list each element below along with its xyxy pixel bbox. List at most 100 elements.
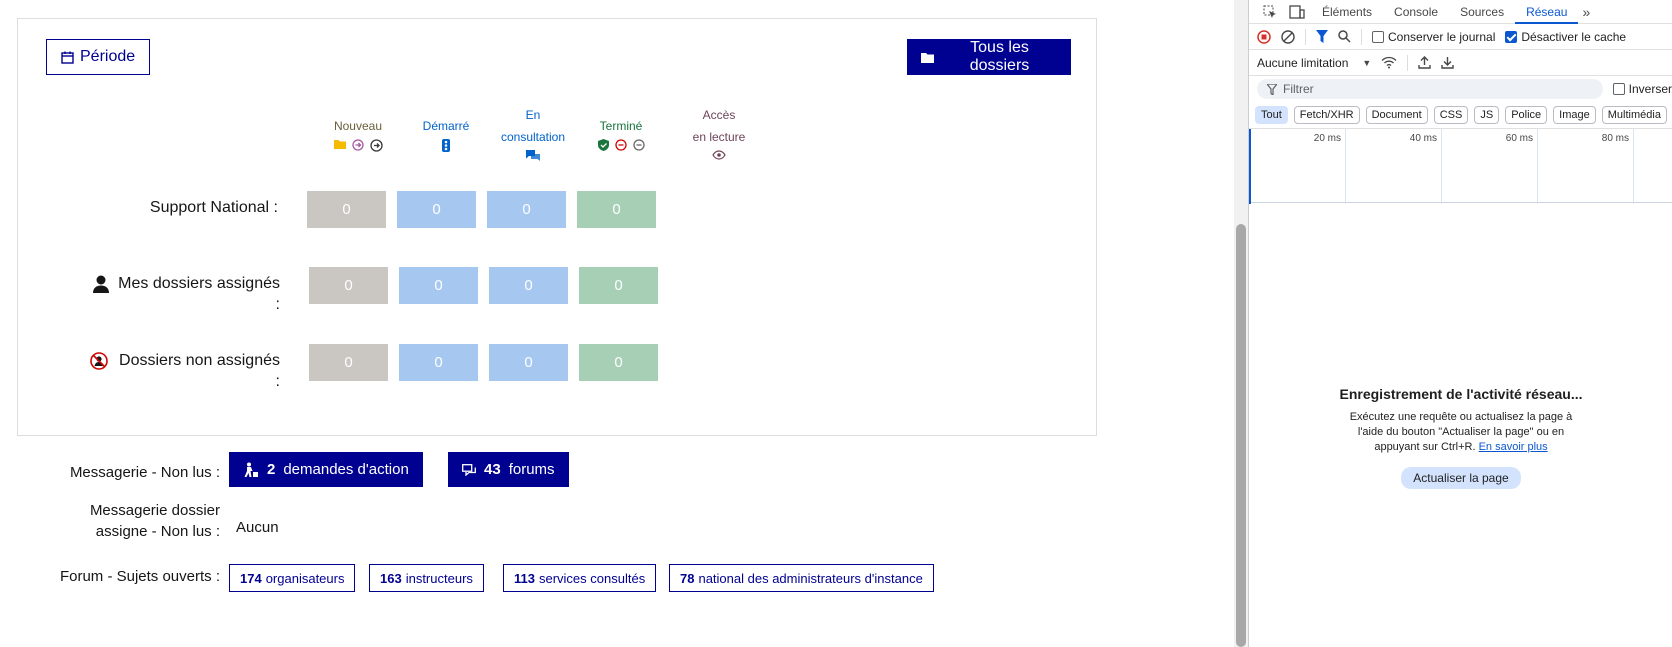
scrollbar-thumb[interactable] [1236, 224, 1246, 647]
person-icon [93, 275, 109, 293]
wifi-settings-icon[interactable] [1381, 56, 1397, 69]
worker-icon [243, 462, 259, 477]
tab-elements[interactable]: Éléments [1311, 0, 1383, 24]
timeline-tick [1633, 129, 1672, 204]
chip-image[interactable]: Image [1553, 106, 1596, 124]
cell-support-demarre[interactable]: 0 [397, 191, 476, 228]
throttling-select[interactable]: Aucune limitation ▼ [1257, 56, 1371, 70]
forum-tag-label: instructeurs [405, 570, 473, 586]
checkbox-unchecked[interactable] [1612, 83, 1625, 95]
traffic-light-icon [442, 139, 450, 152]
checkbox-unchecked[interactable] [1372, 30, 1384, 43]
minus-circle-red-icon [614, 139, 627, 151]
cell-mes-termine[interactable]: 0 [579, 267, 658, 304]
reload-page-button[interactable]: Actualiser la page [1401, 467, 1521, 489]
invert-label: Inverser [1628, 82, 1672, 96]
eye-icon [712, 150, 726, 160]
periode-button[interactable]: Période [46, 39, 151, 75]
chat-icon [462, 463, 476, 476]
tab-sources[interactable]: Sources [1449, 0, 1515, 24]
filter-icon [1267, 83, 1277, 95]
forum-open-label: Forum - Sujets ouverts : [59, 568, 220, 585]
column-termine: Terminé [576, 115, 666, 151]
forum-tag-count: 174 [240, 570, 262, 586]
tab-console[interactable]: Console [1383, 0, 1449, 24]
forum-tag-organisateurs[interactable]: 174 organisateurs [229, 564, 356, 592]
preserve-log-label: Conserver le journal [1388, 29, 1496, 44]
forum-tag-label: services consultés [538, 570, 646, 586]
network-toolbar: Conserver le journal Désactiver le cache [1249, 24, 1672, 50]
forum-tag-label: organisateurs [265, 570, 345, 586]
caret-down-icon: ▼ [1362, 57, 1372, 68]
timeline-tick: 60 ms [1441, 129, 1537, 204]
cell-mes-demarre[interactable]: 0 [399, 267, 478, 304]
empty-title: Enregistrement de l'activité réseau... [1339, 386, 1583, 402]
action-requests-count: 2 [267, 461, 276, 478]
chip-media[interactable]: Multimédia [1601, 106, 1667, 124]
empty-text: Exécutez une requête ou actualisez la pa… [1341, 410, 1581, 455]
column-acces-lecture: Accès en lecture [674, 104, 764, 160]
forum-tag-national-admins[interactable]: 78 national des administrateurs d'instanc… [669, 564, 934, 592]
disable-cache-checkbox[interactable]: Désactiver le cache [1505, 30, 1626, 44]
messaging-assigned-label: Messagerie dossier assigne - Non lus : [20, 500, 220, 542]
column-nouveau-label: Nouveau [333, 119, 383, 133]
chip-font[interactable]: Police [1505, 106, 1548, 124]
calendar-icon [61, 51, 74, 64]
timeline-tick: 40 ms [1345, 129, 1441, 204]
messaging-assigned-label-2: assigne - Non lus : [95, 523, 220, 540]
device-toggle-icon[interactable] [1283, 4, 1311, 19]
chip-document[interactable]: Document [1365, 106, 1428, 124]
filter-input[interactable]: Filtrer [1257, 79, 1603, 99]
periode-label: Période [80, 48, 136, 65]
chip-js[interactable]: JS [1474, 106, 1500, 124]
cell-non-termine[interactable]: 0 [579, 344, 658, 381]
invert-checkbox[interactable]: Inverser [1612, 82, 1672, 96]
throttling-value: Aucune limitation [1257, 55, 1349, 70]
cell-non-demarre[interactable]: 0 [399, 344, 478, 381]
row-label-non-assignes: Dossiers non assignés : [119, 352, 280, 390]
column-demarre: Démarré [401, 115, 491, 152]
filter-funnel-icon[interactable] [1316, 30, 1328, 43]
chip-fetch-xhr[interactable]: Fetch/XHR [1293, 106, 1360, 124]
tick-label: 20 ms [1313, 133, 1341, 144]
page-scrollbar[interactable] [1234, 0, 1248, 647]
tick-label: 60 ms [1505, 133, 1533, 144]
forum-tag-services-consultes[interactable]: 113 services consultés [503, 564, 657, 592]
forum-tag-count: 78 [680, 570, 695, 586]
folder-icon [921, 52, 934, 63]
clear-icon[interactable] [1281, 29, 1295, 44]
cell-non-consultation[interactable]: 0 [489, 344, 568, 381]
timeline-tick: 20 ms [1249, 129, 1345, 204]
network-timeline[interactable]: 20 ms 40 ms 60 ms 80 ms [1249, 128, 1672, 204]
forums-button[interactable]: 43 forums [448, 452, 569, 487]
network-empty-state: Enregistrement de l'activité réseau... E… [1249, 386, 1672, 489]
chip-all[interactable]: Tout [1255, 106, 1288, 124]
filter-placeholder: Filtrer [1283, 82, 1314, 96]
cell-mes-consultation[interactable]: 0 [489, 267, 568, 304]
search-icon[interactable] [1338, 30, 1351, 43]
cell-support-termine[interactable]: 0 [577, 191, 656, 228]
more-tabs-icon[interactable]: » [1578, 4, 1594, 20]
tab-network[interactable]: Réseau [1515, 0, 1579, 24]
learn-more-link[interactable]: En savoir plus [1479, 441, 1548, 453]
inspect-icon[interactable] [1257, 5, 1283, 19]
forum-tag-instructeurs[interactable]: 163 instructeurs [369, 564, 484, 592]
cell-support-nouveau[interactable]: 0 [307, 191, 386, 228]
upload-icon[interactable] [1418, 56, 1432, 69]
download-icon[interactable] [1441, 56, 1455, 69]
chip-css[interactable]: CSS [1433, 106, 1469, 124]
preserve-log-checkbox[interactable]: Conserver le journal [1372, 30, 1495, 44]
tick-label: 40 ms [1409, 133, 1437, 144]
all-files-button[interactable]: Tous les dossiers [907, 39, 1071, 75]
cell-non-nouveau[interactable]: 0 [309, 344, 388, 381]
record-stop-icon[interactable] [1257, 29, 1271, 44]
action-requests-button[interactable]: 2 demandes d'action [229, 452, 423, 487]
row-label-mes-dossiers: Mes dossiers assignés : [118, 275, 280, 313]
checkbox-checked[interactable] [1505, 30, 1518, 43]
cell-support-consultation[interactable]: 0 [487, 191, 566, 228]
cell-mes-nouveau[interactable]: 0 [309, 267, 388, 304]
forum-tag-label: national des administrateurs d'instance [698, 570, 923, 586]
resource-type-filters: Tout Fetch/XHR Document CSS JS Police Im… [1249, 102, 1672, 128]
arrow-circle-pink-icon [351, 139, 364, 152]
dashboard-card: Période Tous les dossiers Nouveau Démarr… [17, 18, 1097, 436]
